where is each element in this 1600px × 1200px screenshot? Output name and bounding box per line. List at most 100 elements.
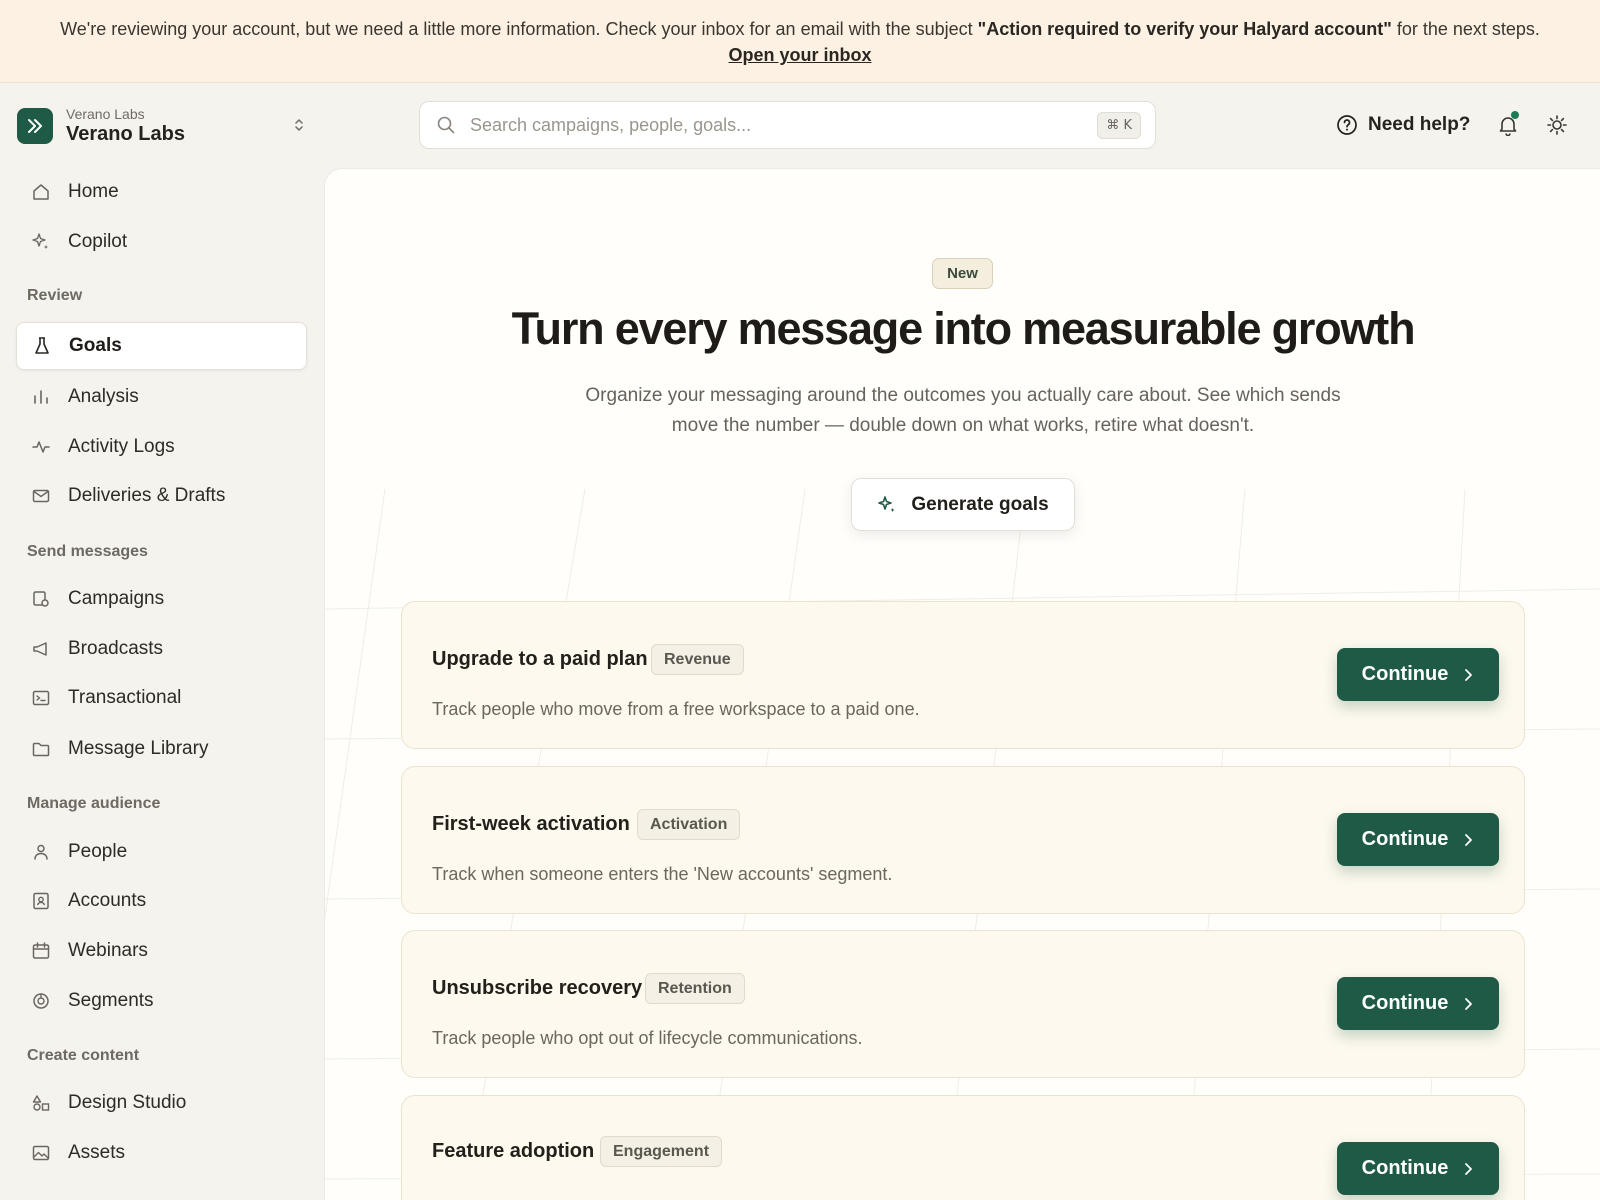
sidebar-item-label: Home <box>68 181 119 202</box>
continue-button[interactable]: Continue <box>1337 813 1499 866</box>
sun-icon <box>1546 114 1568 136</box>
goal-description: Track people who move from a free worksp… <box>432 699 920 719</box>
sparkle-icon <box>877 495 897 515</box>
calendar-icon <box>30 940 52 962</box>
continue-label: Continue <box>1361 663 1449 685</box>
goal-title: Upgrade to a paid plan <box>432 648 648 670</box>
continue-label: Continue <box>1361 828 1449 850</box>
need-help-button[interactable]: Need help? <box>1336 110 1470 140</box>
section-label-manage-audience: Manage audience <box>27 795 161 812</box>
sidebar-item-label: Message Library <box>68 738 209 759</box>
pulse-icon <box>30 436 52 458</box>
image-icon <box>30 1142 52 1164</box>
section-label-create-content: Create content <box>27 1047 140 1064</box>
sidebar-item-people[interactable]: People <box>16 828 307 876</box>
sidebar-item-campaigns[interactable]: Campaigns <box>16 575 307 623</box>
sidebar-item-label: Broadcasts <box>68 638 164 659</box>
folder-icon <box>30 738 52 760</box>
sidebar-item-label: Activity Logs <box>68 436 175 457</box>
sidebar-item-home[interactable]: Home <box>16 168 307 216</box>
goal-title: First-week activation <box>432 813 630 835</box>
terminal-icon <box>30 687 52 709</box>
sidebar-item-label: Analysis <box>68 386 139 407</box>
hero-title: Turn every message into measurable growt… <box>511 303 1416 354</box>
shapes-icon <box>30 1092 52 1114</box>
banner-text-after: for the next steps. <box>1391 19 1540 39</box>
help-circle-icon <box>1336 114 1358 136</box>
org-subtitle: Verano Labs <box>66 106 145 122</box>
banner-subject: "Action required to verify your Halyard … <box>977 19 1392 39</box>
sidebar-item-activity-logs[interactable]: Activity Logs <box>16 423 307 471</box>
org-name: Verano Labs <box>66 123 185 145</box>
sparkle-icon <box>30 231 52 253</box>
sidebar-item-segments[interactable]: Segments <box>16 977 307 1025</box>
goal-tag: Revenue <box>651 644 744 675</box>
main-panel: New Turn every message into measurable g… <box>324 168 1600 1200</box>
sidebar-item-message-library[interactable]: Message Library <box>16 725 307 773</box>
chevron-right-icon <box>1462 1162 1474 1176</box>
sidebar-item-label: Accounts <box>68 890 147 911</box>
goal-card: Unsubscribe recovery Retention Track peo… <box>401 930 1525 1078</box>
sidebar-item-transactional[interactable]: Transactional <box>16 674 307 722</box>
sidebar-item-copilot[interactable]: Copilot <box>16 218 307 266</box>
sidebar-item-deliveries-drafts[interactable]: Deliveries & Drafts <box>16 472 307 520</box>
section-label-send-messages: Send messages <box>27 543 148 560</box>
person-icon <box>30 841 52 863</box>
search-bar[interactable]: ⌘ K <box>419 101 1156 149</box>
continue-button[interactable]: Continue <box>1337 1142 1499 1195</box>
goal-card: Feature adoption Engagement Continue <box>401 1095 1525 1200</box>
sidebar-item-accounts[interactable]: Accounts <box>16 877 307 925</box>
search-icon <box>436 115 456 135</box>
chevron-up-down-icon[interactable] <box>292 116 306 139</box>
sidebar-item-label: Campaigns <box>68 588 165 609</box>
sidebar-item-assets[interactable]: Assets <box>16 1129 307 1177</box>
sidebar-item-label: Webinars <box>68 940 148 961</box>
banner-text: We're reviewing your account, but we nee… <box>60 19 978 39</box>
sidebar: Verano Labs Verano Labs Home Copilot Rev… <box>0 84 324 1200</box>
sidebar-item-label: Copilot <box>68 231 128 252</box>
sidebar-item-label: Transactional <box>68 687 182 708</box>
sidebar-item-label: Assets <box>68 1142 126 1163</box>
mail-icon <box>30 485 52 507</box>
goal-card: First-week activation Activation Track w… <box>401 766 1525 914</box>
goal-title: Unsubscribe recovery <box>432 977 643 999</box>
chevron-right-icon <box>1462 668 1474 682</box>
generate-goals-label: Generate goals <box>911 493 1049 515</box>
continue-label: Continue <box>1361 1157 1449 1179</box>
goal-card: Upgrade to a paid plan Revenue Track peo… <box>401 601 1525 749</box>
verification-banner: We're reviewing your account, but we nee… <box>0 0 1600 83</box>
section-label-review: Review <box>27 287 83 304</box>
org-switcher[interactable]: Verano Labs Verano Labs <box>17 104 312 148</box>
sidebar-item-design-studio[interactable]: Design Studio <box>16 1079 307 1127</box>
open-inbox-link[interactable]: Open your inbox <box>728 45 871 65</box>
goal-tag: Activation <box>637 809 741 840</box>
chevron-right-icon <box>1462 997 1474 1011</box>
sidebar-item-label: People <box>68 841 128 862</box>
generate-goals-button[interactable]: Generate goals <box>851 478 1075 531</box>
continue-button[interactable]: Continue <box>1337 977 1499 1030</box>
contact-card-icon <box>30 890 52 912</box>
home-icon <box>30 181 52 203</box>
hero-subtitle: Organize your messaging around the outco… <box>585 385 1341 436</box>
sidebar-item-analysis[interactable]: Analysis <box>16 373 307 421</box>
pie-icon <box>30 990 52 1012</box>
notification-dot <box>1511 111 1519 119</box>
sidebar-item-broadcasts[interactable]: Broadcasts <box>16 625 307 673</box>
sidebar-item-label: Goals <box>69 335 122 356</box>
sidebar-item-webinars[interactable]: Webinars <box>16 927 307 975</box>
chevron-right-icon <box>1462 833 1474 847</box>
sidebar-item-goals[interactable]: Goals <box>16 322 307 370</box>
flask-icon <box>31 335 53 357</box>
goal-description: Track people who opt out of lifecycle co… <box>432 1028 863 1048</box>
campaign-icon <box>30 588 52 610</box>
need-help-label: Need help? <box>1368 114 1471 135</box>
notifications-button[interactable] <box>1493 110 1523 140</box>
continue-button[interactable]: Continue <box>1337 648 1499 701</box>
sidebar-item-label: Segments <box>68 990 154 1011</box>
continue-label: Continue <box>1361 992 1449 1014</box>
theme-toggle-button[interactable] <box>1542 110 1572 140</box>
org-logo-icon <box>17 108 53 144</box>
bar-chart-icon <box>30 386 52 408</box>
sidebar-item-label: Deliveries & Drafts <box>68 485 226 506</box>
search-input[interactable] <box>470 114 1070 136</box>
